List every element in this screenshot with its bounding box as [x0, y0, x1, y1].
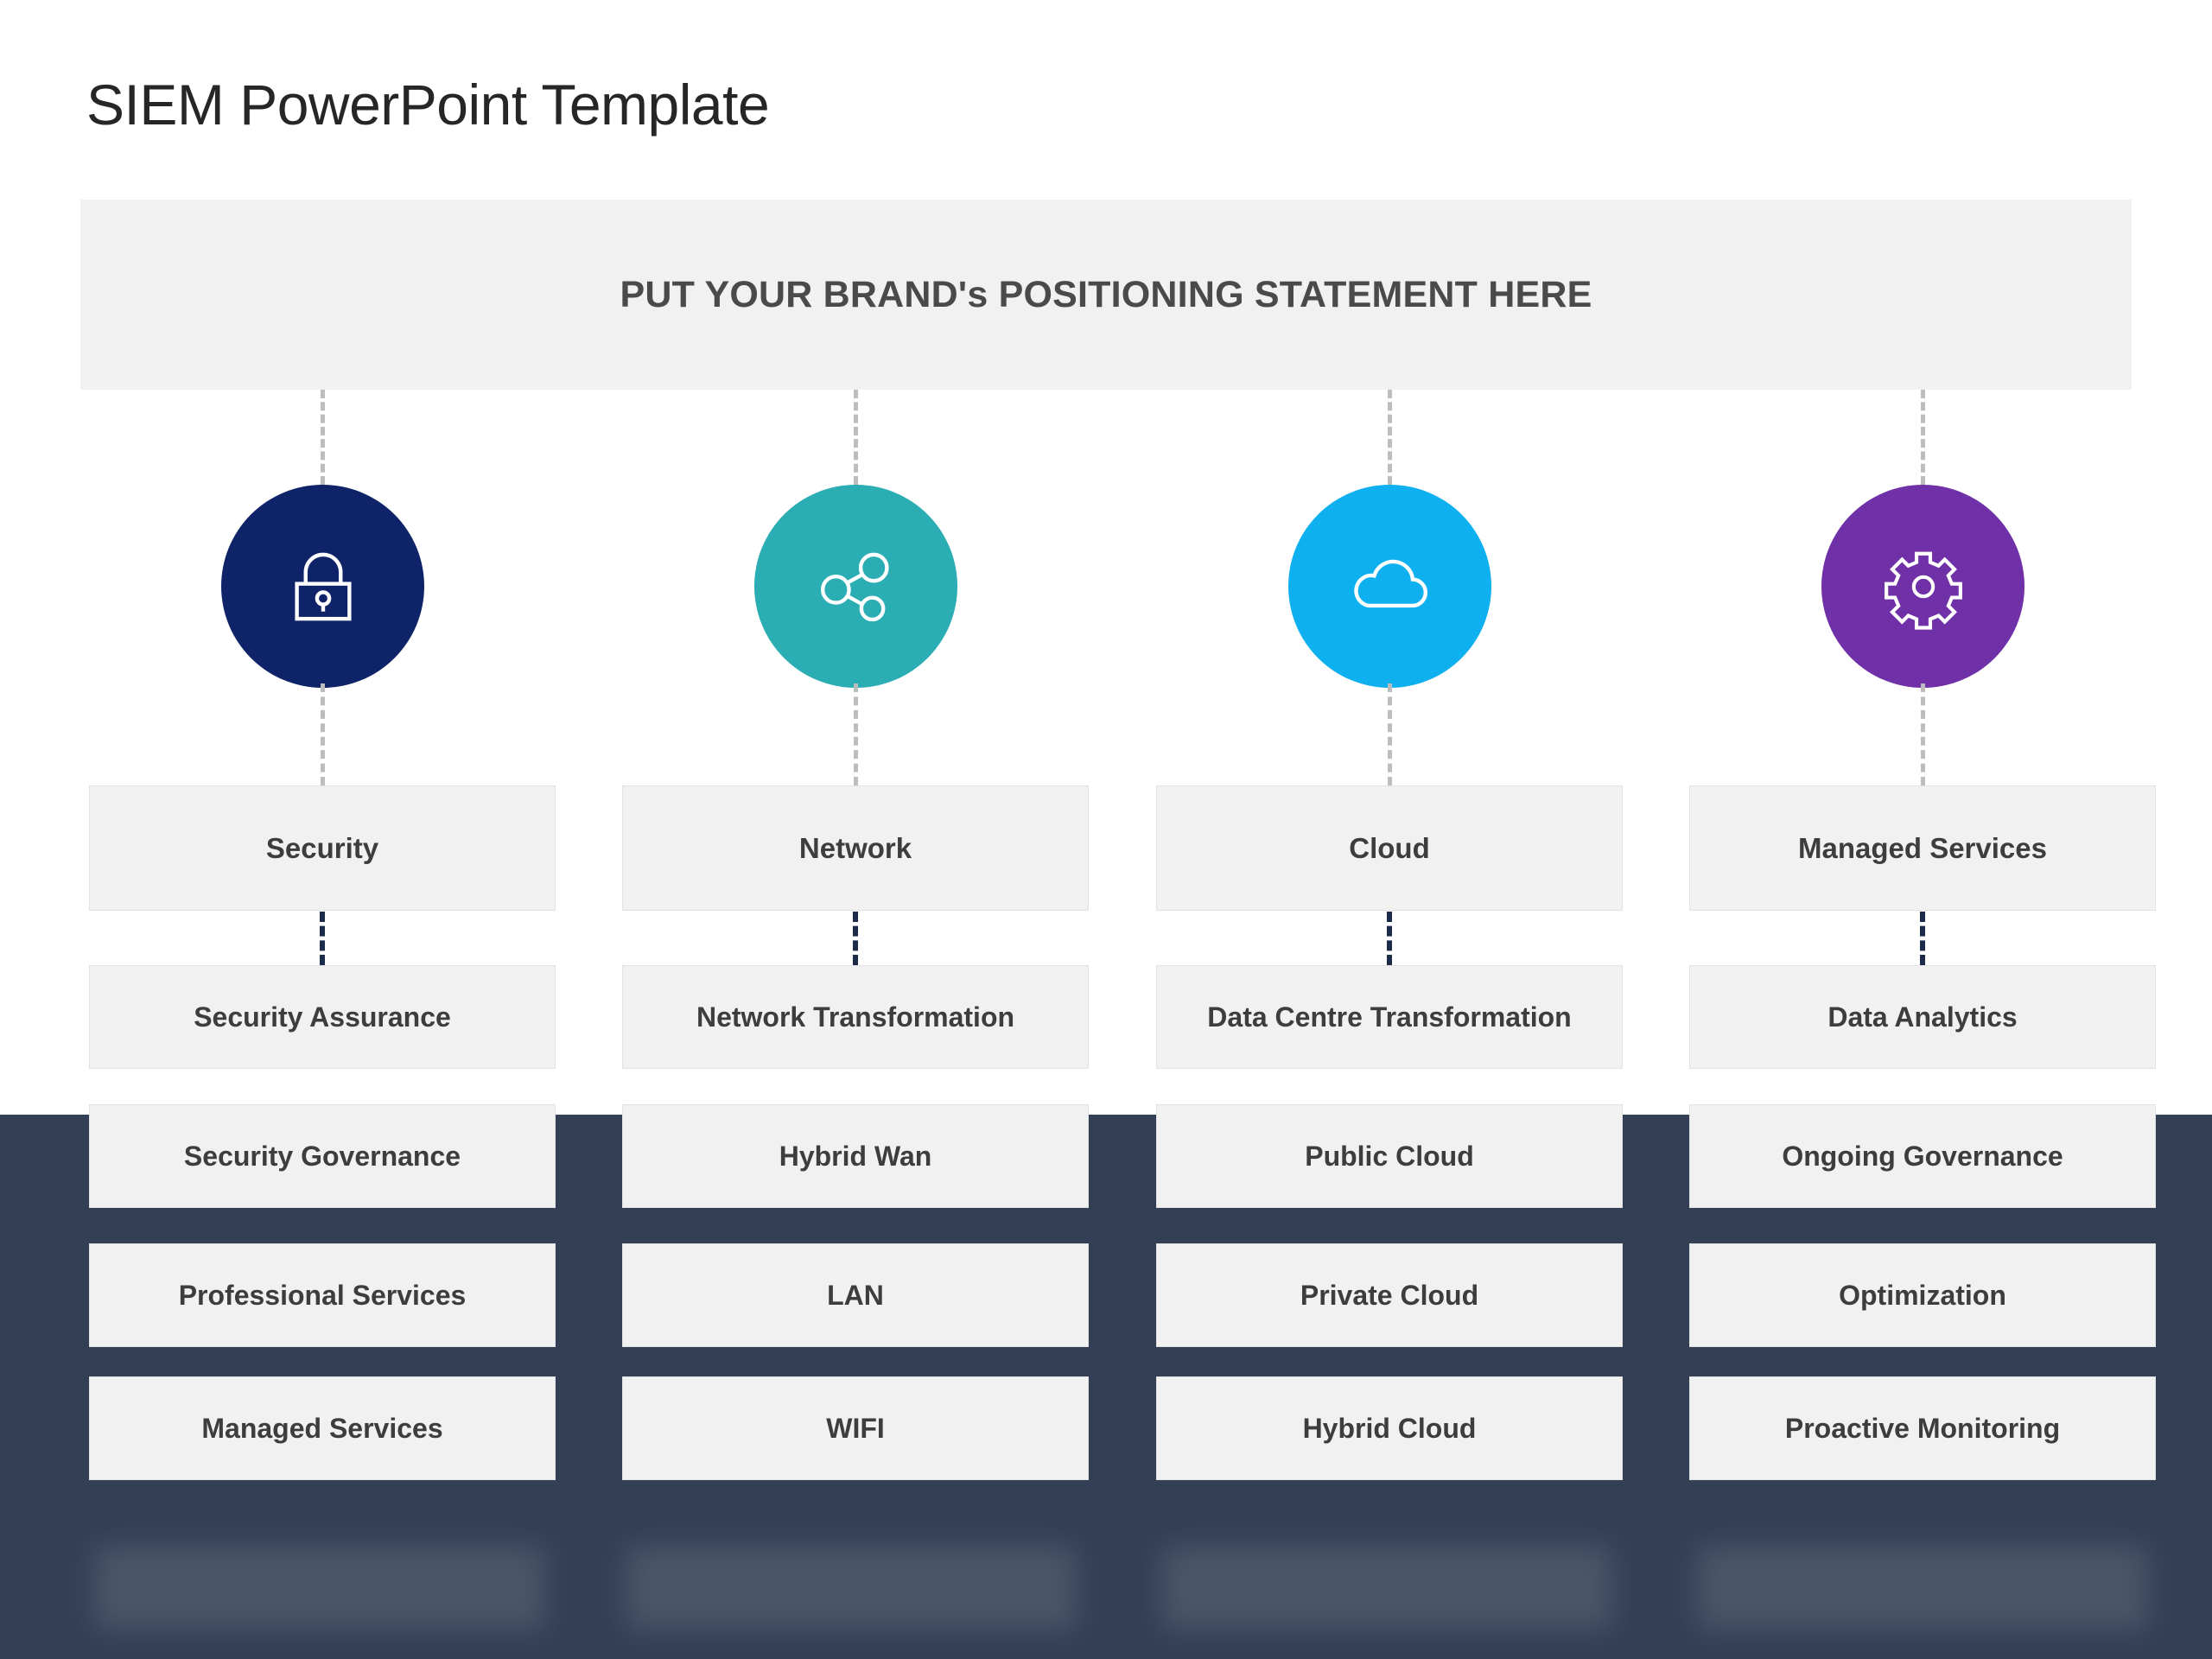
item-label: WIFI	[826, 1412, 885, 1444]
item-box[interactable]: Data Analytics	[1689, 965, 2156, 1069]
item-box[interactable]: Private Cloud	[1156, 1243, 1623, 1347]
item-label: Data Centre Transformation	[1207, 1001, 1572, 1033]
cloud-icon-circle[interactable]	[1288, 485, 1491, 688]
gear-icon-circle[interactable]	[1821, 485, 2024, 688]
item-box[interactable]: Hybrid Cloud	[1156, 1376, 1623, 1480]
item-label: Security Governance	[183, 1140, 461, 1172]
column-header-managed-services[interactable]: Managed Services	[1689, 785, 2156, 911]
gear-icon	[1879, 543, 1967, 631]
item-label: Professional Services	[178, 1279, 467, 1311]
page-title: SIEM PowerPoint Template	[86, 73, 770, 137]
column-header-cloud[interactable]: Cloud	[1156, 785, 1623, 911]
item-box[interactable]: WIFI	[622, 1376, 1089, 1480]
item-label: Public Cloud	[1305, 1140, 1474, 1172]
column-header-network[interactable]: Network	[622, 785, 1089, 911]
item-box[interactable]: Data Centre Transformation	[1156, 965, 1623, 1069]
positioning-statement-text: PUT YOUR BRAND's POSITIONING STATEMENT H…	[620, 273, 1592, 315]
item-box[interactable]: Professional Services	[89, 1243, 556, 1347]
item-box[interactable]: Public Cloud	[1156, 1104, 1623, 1208]
item-box[interactable]: LAN	[622, 1243, 1089, 1347]
lock-icon	[276, 540, 370, 633]
item-label: Optimization	[1839, 1279, 2006, 1311]
column-header-security[interactable]: Security	[89, 785, 556, 911]
connector-header-to-items	[853, 912, 858, 965]
item-label: Managed Services	[201, 1412, 443, 1444]
item-label: Network Transformation	[696, 1001, 1015, 1033]
item-label: Data Analytics	[1827, 1001, 2018, 1033]
connector-banner-to-icon	[1388, 390, 1392, 485]
item-label: Ongoing Governance	[1782, 1140, 2063, 1172]
item-label: LAN	[827, 1279, 884, 1311]
connector-icon-to-header	[1388, 683, 1392, 785]
column-header-label: Network	[798, 831, 912, 864]
item-box[interactable]: Managed Services	[89, 1376, 556, 1480]
connector-banner-to-icon	[1921, 390, 1925, 485]
item-box[interactable]: Security Assurance	[89, 965, 556, 1069]
column-header-label: Security	[265, 831, 379, 864]
item-box[interactable]: Hybrid Wan	[622, 1104, 1089, 1208]
connector-icon-to-header	[854, 683, 858, 785]
column-header-label: Cloud	[1349, 831, 1430, 864]
cloud-icon	[1344, 540, 1437, 633]
item-box[interactable]: Optimization	[1689, 1243, 2156, 1347]
item-box[interactable]: Proactive Monitoring	[1689, 1376, 2156, 1480]
connector-banner-to-icon	[854, 390, 858, 485]
item-label: Security Assurance	[194, 1001, 451, 1033]
positioning-statement-banner: PUT YOUR BRAND's POSITIONING STATEMENT H…	[80, 200, 2132, 390]
share-network-icon-circle[interactable]	[754, 485, 957, 688]
slide-canvas: SIEM PowerPoint Template PUT YOUR BRAND'…	[0, 0, 2212, 1659]
connector-header-to-items	[320, 912, 325, 965]
connector-banner-to-icon	[321, 390, 325, 485]
item-label: Proactive Monitoring	[1784, 1412, 2061, 1444]
connector-header-to-items	[1387, 912, 1392, 965]
item-label: Hybrid Wan	[779, 1140, 932, 1172]
share-network-icon	[810, 540, 903, 633]
item-label: Private Cloud	[1300, 1279, 1479, 1311]
lock-icon-circle[interactable]	[221, 485, 424, 688]
connector-icon-to-header	[1921, 683, 1925, 785]
column-header-label: Managed Services	[1798, 831, 2047, 864]
item-box[interactable]: Security Governance	[89, 1104, 556, 1208]
connector-icon-to-header	[321, 683, 325, 785]
item-box[interactable]: Ongoing Governance	[1689, 1104, 2156, 1208]
item-label: Hybrid Cloud	[1302, 1412, 1477, 1444]
item-box[interactable]: Network Transformation	[622, 965, 1089, 1069]
connector-header-to-items	[1920, 912, 1925, 965]
